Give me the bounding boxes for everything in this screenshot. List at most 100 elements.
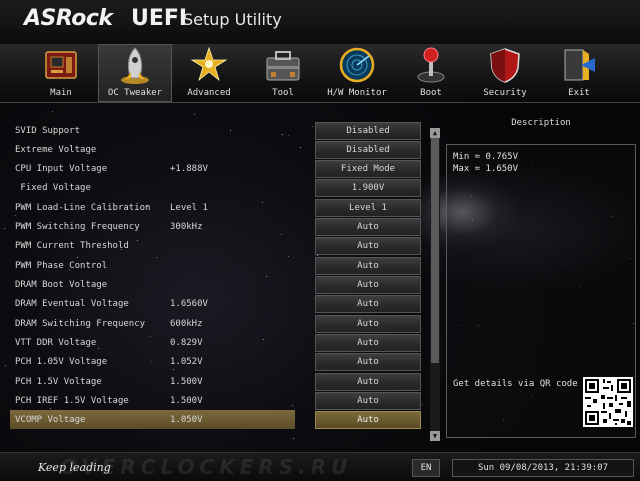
setting-option-button[interactable]: Level 1 [315,199,421,217]
setting-option-button[interactable]: Auto [315,315,421,333]
menu-item-security[interactable]: Security [468,44,542,102]
setting-option-button[interactable]: Fixed Mode [315,160,421,178]
asrock-logo: ASRock [24,6,113,31]
setting-label: PWM Load-Line Calibration [15,203,151,213]
title-bar: ASRock UEFI Setup Utility [0,0,640,44]
menu-label: OC Tweaker [107,88,163,98]
setting-value: 600kHz [170,319,203,329]
settings-list: SVID Support Disabled Extreme Voltage Di… [0,118,430,438]
setting-row[interactable]: PWM Load-Line Calibration Level 1 Level … [10,198,430,217]
setting-label: DRAM Switching Frequency [15,319,146,329]
setting-label: VCOMP Voltage [15,415,86,425]
setting-row[interactable]: SVID Support Disabled [10,121,430,140]
setting-row[interactable]: DRAM Eventual Voltage 1.6560V Auto [10,294,430,313]
setting-row[interactable]: PWM Current Threshold Auto [10,236,430,255]
description-title: Description [511,118,571,128]
setting-row[interactable]: DRAM Boot Voltage Auto [10,275,430,294]
setting-value: 1.050V [170,415,203,425]
menu-label: Exit [568,88,590,98]
uefi-logo: UEFI [131,6,188,31]
setting-row-selected[interactable]: VCOMP Voltage 1.050V Auto [10,410,430,429]
app-subtitle: Setup Utility [183,10,282,29]
menu-label: H/W Monitor [327,88,387,98]
setting-option-button[interactable]: Auto [315,392,421,410]
setting-option-button[interactable]: Auto [315,353,421,371]
setting-label: DRAM Boot Voltage [15,280,108,290]
setting-option-button[interactable]: 1.900V [315,179,421,197]
setting-label: Fixed Voltage [15,183,91,193]
setting-label: PWM Current Threshold [15,241,129,251]
menu-item-exit[interactable]: Exit [542,44,616,102]
setting-option-button[interactable]: Auto [315,334,421,352]
setting-row[interactable]: PCH IREF 1.5V Voltage 1.500V Auto [10,391,430,410]
rocket-icon [121,47,149,84]
setting-row[interactable]: DRAM Switching Frequency 600kHz Auto [10,314,430,333]
menu-item-hw-monitor[interactable]: H/W Monitor [320,44,394,102]
setting-label: PWM Switching Frequency [15,222,140,232]
menu-label: Main [50,88,72,98]
star-burst-icon [190,46,228,82]
menu-item-oc-tweaker[interactable]: OC Tweaker [98,44,172,102]
star [293,438,294,439]
star [52,111,53,112]
setting-option-button[interactable]: Auto [315,295,421,313]
setting-option-button[interactable]: Auto [315,257,421,275]
setting-row[interactable]: VTT DDR Voltage 0.829V Auto [10,333,430,352]
setting-label: DRAM Eventual Voltage [15,299,129,309]
setting-option-button[interactable]: Auto [315,218,421,236]
menu-item-tool[interactable]: Tool [246,44,320,102]
motherboard-icon [45,51,77,79]
setting-label: PCH 1.05V Voltage [15,357,108,367]
setting-label: Extreme Voltage [15,145,97,155]
setting-row[interactable]: Extreme Voltage Disabled [10,140,430,159]
setting-label: VTT DDR Voltage [15,338,97,348]
qr-code-icon [583,377,633,427]
setting-value: 0.829V [170,338,203,348]
setting-option-button[interactable]: Disabled [315,141,421,159]
setting-option-button[interactable]: Auto [315,373,421,391]
main-menu-bar: Main OC Tweaker Advanced Tool H/W Monito… [0,44,640,103]
setting-value: 1.500V [170,396,203,406]
setting-label: SVID Support [15,126,81,136]
setting-row[interactable]: CPU Input Voltage +1.888V Fixed Mode [10,159,430,178]
setting-value: 300kHz [170,222,203,232]
setting-option-button[interactable]: Auto [315,237,421,255]
qr-code-label: Get details via QR code [453,379,578,389]
setting-value: +1.888V [170,164,208,174]
setting-label: PWM Phase Control [15,261,108,271]
setting-row[interactable]: Fixed Voltage 1.900V [10,178,430,197]
scrollbar-thumb[interactable] [431,138,439,363]
language-button[interactable]: EN [412,459,440,477]
description-panel: Min = 0.765V Max = 1.650V Get details vi… [446,144,636,438]
menu-item-main[interactable]: Main [24,44,98,102]
setting-row[interactable]: PCH 1.5V Voltage 1.500V Auto [10,372,430,391]
setting-value: Level 1 [170,203,208,213]
joystick-icon [417,47,445,83]
description-line: Min = 0.765V [453,152,519,162]
radar-icon [339,47,375,83]
setting-row[interactable]: PWM Phase Control Auto [10,256,430,275]
setting-row[interactable]: PWM Switching Frequency 300kHz Auto [10,217,430,236]
slogan: Keep leading [38,461,111,474]
description-line: Max = 1.650V [453,164,519,174]
setting-option-button[interactable]: Disabled [315,122,421,140]
status-bar: OVERCLOCKERS.RU Keep leading EN Sun 09/0… [0,452,640,481]
setting-label: PCH IREF 1.5V Voltage [15,396,129,406]
menu-item-boot[interactable]: Boot [394,44,468,102]
setting-value: 1.052V [170,357,203,367]
menu-label: Security [483,88,527,98]
star [194,114,195,115]
scroll-down-arrow-icon[interactable]: ▼ [430,431,440,441]
setting-label: PCH 1.5V Voltage [15,377,102,387]
setting-option-button[interactable]: Auto [315,276,421,294]
setting-row[interactable]: PCH 1.05V Voltage 1.052V Auto [10,352,430,371]
setting-value: 1.6560V [170,299,208,309]
shield-icon [490,48,520,83]
setting-value: 1.500V [170,377,203,387]
menu-label: Tool [272,88,294,98]
menu-item-advanced[interactable]: Advanced [172,44,246,102]
toolbox-icon [266,51,300,81]
setting-option-button[interactable]: Auto [315,411,421,429]
scroll-up-arrow-icon[interactable]: ▲ [430,128,440,138]
datetime-display: Sun 09/08/2013, 21:39:07 [452,459,634,477]
